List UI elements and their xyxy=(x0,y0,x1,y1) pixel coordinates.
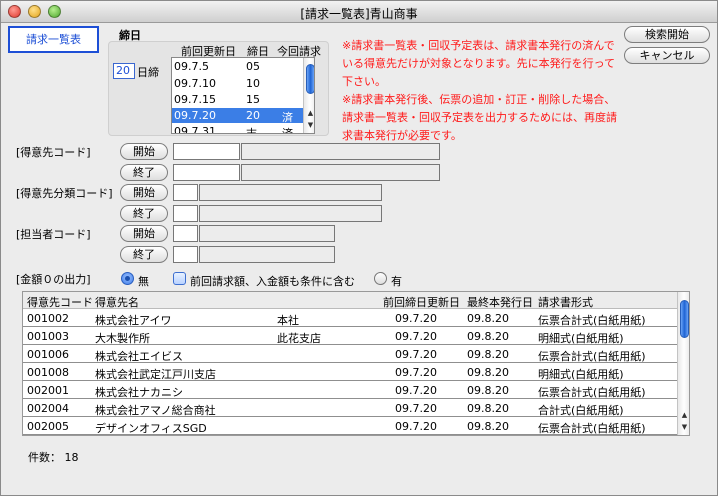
customer-code-end-input[interactable] xyxy=(173,164,240,181)
scroll-up-icon[interactable]: ▲ xyxy=(304,108,314,119)
table-scrollbar[interactable]: ▲ ▼ xyxy=(677,292,689,435)
cancel-button[interactable]: キャンセル xyxy=(624,47,710,64)
customer-category-start-input[interactable] xyxy=(173,184,198,201)
staff-code-label: [担当者コード] xyxy=(16,228,91,241)
record-count: 件数： 18 xyxy=(28,449,79,465)
staff-code-start-input[interactable] xyxy=(173,225,198,242)
include-previous-label: 前回請求額、入金額も条件に含む xyxy=(190,275,355,288)
list-item[interactable]: 09.7.31 末 済 xyxy=(172,124,303,133)
customer-category-end-input[interactable] xyxy=(173,205,198,222)
customer-table[interactable]: 得意先コード 得意先名 前回締日更新日 最終本発行日 請求書形式 001002 … xyxy=(22,291,690,436)
table-row[interactable]: 001002 株式会社アイワ 本社 09.7.20 09.8.20 伝票合計式(… xyxy=(23,309,677,327)
customer-category-label: [得意先分類コード] xyxy=(16,187,113,200)
table-row[interactable]: 001008 株式会社武定江戸川支店 09.7.20 09.8.20 明細式(白… xyxy=(23,363,677,381)
customer-code-label: [得意先コード] xyxy=(16,146,91,159)
notice-text: ※請求書一覧表・回収予定表は、請求書本発行の済んで いる得意先だけが対象となりま… xyxy=(342,39,617,142)
customer-code-start-name xyxy=(241,143,440,160)
staff-code-end-input[interactable] xyxy=(173,246,198,263)
list-item-selected[interactable]: 09.7.20 20 済 xyxy=(172,108,303,124)
customer-category-end-name xyxy=(199,205,382,222)
scroll-down-icon[interactable]: ▼ xyxy=(304,120,314,131)
header-last-issue-date: 最終本発行日 xyxy=(467,296,533,309)
header-prev-close-date: 前回締日更新日 xyxy=(383,296,460,309)
header-customer-name: 得意先名 xyxy=(95,296,139,309)
zero-output-none-radio[interactable] xyxy=(121,272,134,285)
staff-code-start-button[interactable]: 開始 xyxy=(120,225,168,242)
customer-code-end-name xyxy=(241,164,440,181)
table-row[interactable]: 002004 株式会社アマノ総合商社 09.7.20 09.8.20 合計式(白… xyxy=(23,399,677,417)
customer-category-end-button[interactable]: 終了 xyxy=(120,205,168,222)
title-bar: [請求一覧表]青山商事 xyxy=(1,1,717,23)
customer-category-start-button[interactable]: 開始 xyxy=(120,184,168,201)
closing-date-list[interactable]: 09.7.5 05 09.7.10 10 09.7.15 15 09.7.20 … xyxy=(171,57,315,134)
main-window: [請求一覧表]青山商事 請求一覧表 締日 前回更新日 締日 今回請求 20 日締… xyxy=(0,0,718,496)
closing-list-scrollbar[interactable]: ▲ ▼ xyxy=(303,58,314,133)
list-item[interactable]: 09.7.15 15 xyxy=(172,92,303,107)
list-item[interactable]: 09.7.10 10 xyxy=(172,76,303,91)
zero-output-yes-label: 有 xyxy=(391,275,402,288)
zero-output-none-label: 無 xyxy=(138,275,149,288)
customer-code-start-button[interactable]: 開始 xyxy=(120,143,168,160)
table-row[interactable]: 001006 株式会社エイビス 09.7.20 09.8.20 伝票合計式(白紙… xyxy=(23,345,677,363)
scroll-up-icon[interactable]: ▲ xyxy=(678,410,689,421)
table-row[interactable]: 001003 大木製作所 此花支店 09.7.20 09.8.20 明細式(白紙… xyxy=(23,327,677,345)
staff-code-start-name xyxy=(199,225,335,242)
window-title: [請求一覧表]青山商事 xyxy=(300,7,418,21)
table-row[interactable]: 002001 株式会社ナカニシ 09.7.20 09.8.20 伝票合計式(白紙… xyxy=(23,381,677,399)
tab-invoice-list[interactable]: 請求一覧表 xyxy=(8,26,99,53)
closing-day-input[interactable]: 20 xyxy=(113,63,135,79)
record-count-value: 18 xyxy=(64,451,79,464)
header-customer-code: 得意先コード xyxy=(27,296,93,309)
header-invoice-format: 請求書形式 xyxy=(538,296,593,309)
staff-code-end-button[interactable]: 終了 xyxy=(120,246,168,263)
scroll-thumb[interactable] xyxy=(680,300,689,338)
table-row[interactable]: 002005 デザインオフィスSGD 09.7.20 09.8.20 伝票合計式… xyxy=(23,417,677,435)
scroll-thumb[interactable] xyxy=(306,64,314,94)
search-start-button[interactable]: 検索開始 xyxy=(624,26,710,43)
zero-output-label: [金額０の出力] xyxy=(16,273,91,286)
customer-code-end-button[interactable]: 終了 xyxy=(120,164,168,181)
table-header: 得意先コード 得意先名 前回締日更新日 最終本発行日 請求書形式 xyxy=(23,292,677,309)
include-previous-checkbox[interactable] xyxy=(173,272,186,285)
closing-day-suffix: 日締 xyxy=(137,66,159,79)
list-item[interactable]: 09.7.5 05 xyxy=(172,59,303,74)
record-count-label: 件数： xyxy=(28,451,61,464)
zero-output-yes-radio[interactable] xyxy=(374,272,387,285)
customer-code-start-input[interactable] xyxy=(173,143,240,160)
customer-category-start-name xyxy=(199,184,382,201)
staff-code-end-name xyxy=(199,246,335,263)
scroll-down-icon[interactable]: ▼ xyxy=(678,422,689,433)
